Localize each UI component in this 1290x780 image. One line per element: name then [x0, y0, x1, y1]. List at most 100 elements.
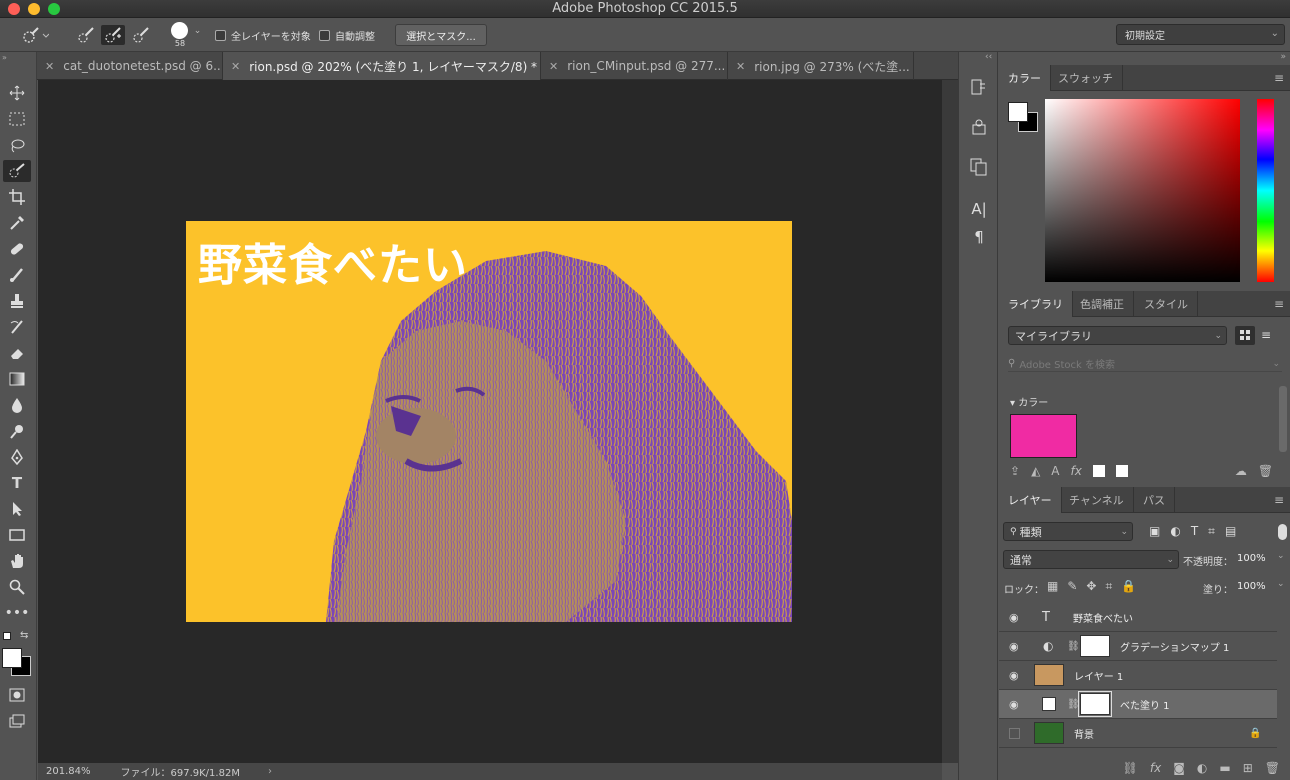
hue-slider[interactable] [1257, 99, 1274, 282]
add-layer-style-icon[interactable]: fx [1071, 464, 1082, 478]
eye-icon[interactable]: ◉ [1009, 698, 1023, 711]
link-layers-icon[interactable]: ⛓ [1123, 761, 1138, 775]
character-panel-button[interactable]: A| [967, 198, 991, 220]
eraser-tool[interactable] [3, 342, 31, 364]
layer-row-background[interactable]: 背景 🔒 [999, 719, 1277, 748]
color-field[interactable] [1045, 99, 1240, 282]
paragraph-panel-button[interactable]: ¶ [967, 226, 991, 248]
quick-selection-tool[interactable] [3, 160, 31, 182]
gradient-tool[interactable] [3, 368, 31, 390]
select-and-mask-button[interactable]: 選択とマスク... [395, 24, 487, 46]
chevron-right-icon[interactable]: › [268, 766, 272, 777]
history-panel-button[interactable] [967, 76, 991, 98]
panel-menu-icon[interactable]: ≡ [1274, 297, 1284, 311]
layer-row-fill[interactable]: ◉ ⛓ べた塗り 1 [999, 690, 1277, 719]
brush-tool[interactable] [3, 264, 31, 286]
layer-thumbnail[interactable] [1034, 664, 1064, 686]
lock-pixels-icon[interactable]: ✎ [1067, 579, 1077, 594]
swap-colors-icon[interactable]: ⇆ [20, 630, 28, 641]
properties-panel-button[interactable] [967, 116, 991, 138]
vertical-scrollbar[interactable] [942, 80, 958, 763]
layer-filter-select[interactable]: ⚲ 種類 ⌄ [1003, 522, 1133, 541]
link-icon[interactable]: ⛓ [1067, 641, 1080, 652]
add-character-style-icon[interactable]: A [1051, 464, 1059, 478]
layer-mask-thumbnail[interactable] [1080, 635, 1110, 657]
add-color-icon[interactable] [1115, 465, 1128, 477]
new-adjustment-layer-icon[interactable]: ◐ [1197, 761, 1207, 775]
chevron-down-icon[interactable]: ⌄ [1277, 579, 1285, 589]
foreground-color-swatch[interactable] [1008, 102, 1028, 122]
type-tool[interactable]: T [3, 472, 31, 494]
collapse-arrows-icon[interactable]: » [2, 53, 7, 62]
lock-all-icon[interactable]: 🔒 [1121, 579, 1136, 594]
add-foreground-color-icon[interactable] [1092, 465, 1105, 477]
marquee-tool[interactable] [3, 108, 31, 130]
quick-mask-button[interactable] [3, 684, 31, 706]
fx-icon[interactable]: fx [1150, 761, 1161, 775]
layer-row-pixel[interactable]: ◉ レイヤー 1 [999, 661, 1277, 690]
shape-filter-icon[interactable]: ⌗ [1208, 524, 1215, 539]
stock-search-field[interactable]: ⚲ Adobe Stock を検索 ⌄ [1008, 356, 1282, 372]
eye-icon[interactable]: ◉ [1009, 640, 1023, 653]
character-styles-button[interactable] [967, 156, 991, 178]
brush-size-picker[interactable]: ⌄ 58 [166, 19, 206, 51]
new-layer-icon[interactable]: ⊞ [1243, 761, 1253, 775]
add-graphic-icon[interactable]: ◭ [1031, 464, 1040, 478]
history-brush-tool[interactable] [3, 316, 31, 338]
blur-tool[interactable] [3, 394, 31, 416]
collapse-arrows-icon[interactable]: » [1280, 52, 1286, 62]
eyedropper-tool[interactable] [3, 212, 31, 234]
layer-row-text[interactable]: ◉ T 野菜食べたい [999, 603, 1277, 632]
creative-cloud-icon[interactable]: ☁ [1235, 464, 1247, 478]
grid-view-button[interactable] [1235, 326, 1255, 345]
blend-mode-select[interactable]: 通常 ⌄ [1003, 550, 1179, 569]
trash-icon[interactable]: 🗑 [1265, 761, 1280, 775]
tab-cat-duotonetest[interactable]: ✕ cat_duotonetest.psd @ 6... [37, 52, 223, 80]
add-to-selection-button[interactable] [101, 25, 125, 45]
filter-toggle-switch[interactable] [1278, 524, 1287, 540]
library-select[interactable]: マイライブラリ ⌄ [1008, 326, 1227, 345]
close-tab-icon[interactable]: ✕ [45, 60, 54, 73]
sample-all-layers-checkbox[interactable]: 全レイヤーを対象 [215, 28, 311, 43]
auto-enhance-checkbox[interactable]: 自動調整 [319, 28, 375, 43]
zoom-tool[interactable] [3, 576, 31, 598]
default-colors-icon[interactable] [3, 632, 11, 640]
tab-rion-cminput[interactable]: ✕ rion_CMinput.psd @ 277... [541, 52, 728, 80]
layer-mask-thumbnail[interactable] [1078, 691, 1112, 717]
library-scrollbar[interactable] [1279, 386, 1287, 452]
tab-rion-psd[interactable]: ✕ rion.psd @ 202% (べた塗り 1, レイヤーマスク/8) * [223, 52, 541, 80]
lasso-tool[interactable] [3, 134, 31, 156]
eye-icon[interactable]: ◉ [1009, 669, 1023, 682]
chevron-down-icon[interactable]: ⌄ [1277, 551, 1285, 561]
tab-layers[interactable]: レイヤー [999, 487, 1062, 513]
tab-swatches[interactable]: スウォッチ [1049, 65, 1123, 91]
list-view-icon[interactable]: ≡ [1261, 328, 1271, 342]
subtract-from-selection-button[interactable] [130, 25, 152, 45]
path-selection-tool[interactable] [3, 498, 31, 520]
document-canvas[interactable]: 野菜食べたい [186, 221, 792, 622]
healing-brush-tool[interactable] [3, 238, 31, 260]
opacity-field[interactable]: 100% [1237, 553, 1266, 564]
lock-position-icon[interactable]: ✥ [1086, 579, 1096, 594]
new-selection-button[interactable] [75, 25, 97, 45]
tool-preset-picker[interactable] [14, 25, 54, 45]
tab-color[interactable]: カラー [999, 65, 1051, 91]
lock-transparency-icon[interactable]: ▦ [1047, 579, 1058, 594]
upload-icon[interactable]: ⇪ [1010, 464, 1020, 478]
zoom-level[interactable]: 201.84% [46, 766, 91, 777]
trash-icon[interactable]: 🗑 [1258, 464, 1273, 478]
panel-menu-icon[interactable]: ≡ [1274, 71, 1284, 85]
move-tool[interactable] [3, 82, 31, 104]
foreground-color-swatch[interactable] [2, 648, 22, 668]
clone-stamp-tool[interactable] [3, 290, 31, 312]
panel-menu-icon[interactable]: ≡ [1274, 493, 1284, 507]
tab-adjustments[interactable]: 色調補正 [1071, 291, 1134, 317]
checkbox-box[interactable] [215, 30, 226, 41]
fill-field[interactable]: 100% [1237, 581, 1266, 592]
more-tools-button[interactable]: ••• [3, 602, 31, 624]
tab-paths[interactable]: パス [1134, 487, 1175, 513]
pixel-filter-icon[interactable]: ▣ [1149, 524, 1160, 539]
tab-libraries[interactable]: ライブラリ [999, 291, 1073, 317]
add-mask-icon[interactable]: ◙ [1173, 761, 1185, 775]
checkbox-box[interactable] [319, 30, 330, 41]
